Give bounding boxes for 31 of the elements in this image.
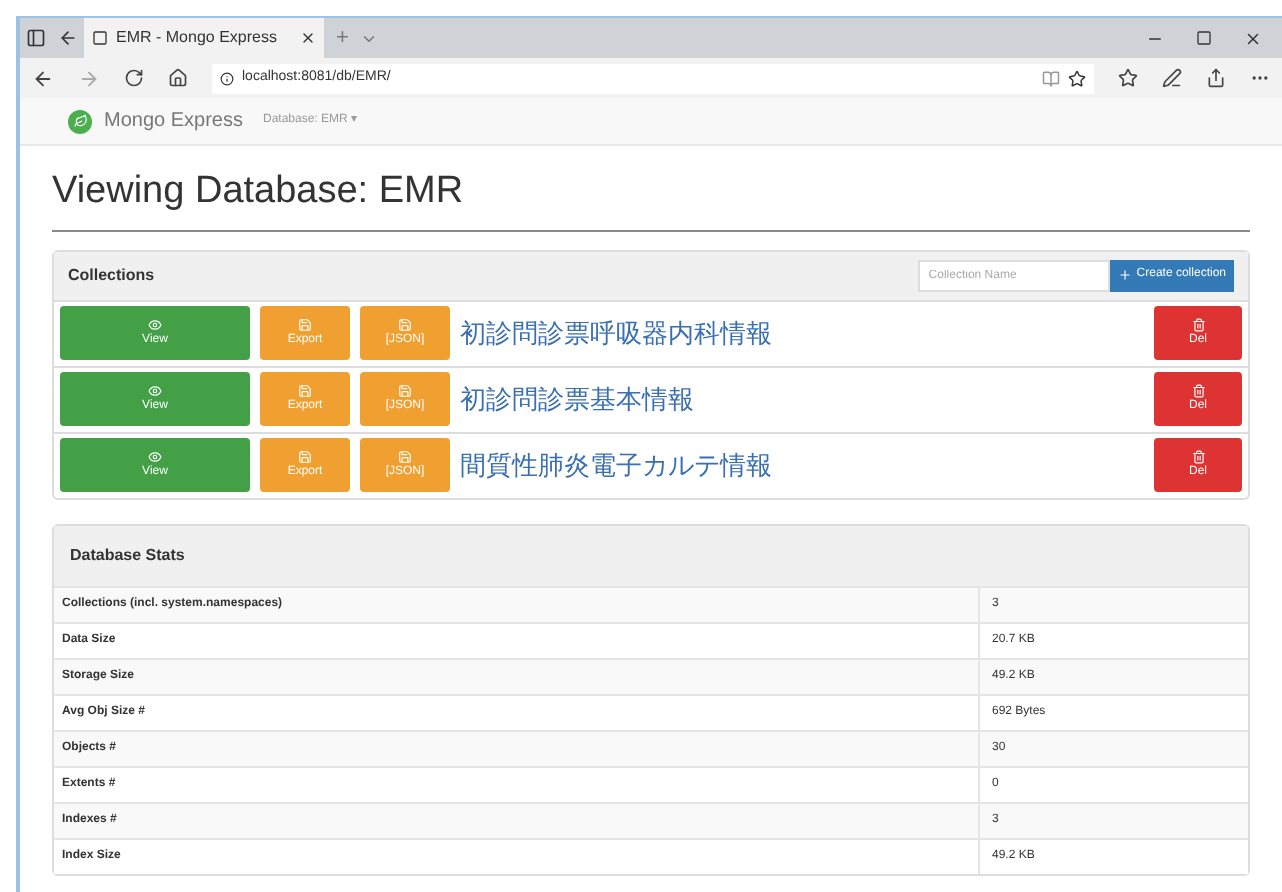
panel-title: Database Stats (70, 543, 185, 567)
browser-tab[interactable]: EMR - Mongo Express (84, 18, 324, 58)
info-icon (220, 71, 234, 85)
pen-icon[interactable] (1162, 68, 1182, 88)
home-icon[interactable] (168, 68, 188, 88)
close-icon[interactable] (300, 30, 316, 46)
share-icon[interactable] (1206, 68, 1226, 88)
new-tab-button[interactable]: + (336, 21, 349, 55)
brand-link[interactable]: Mongo Express (104, 106, 243, 136)
back-icon[interactable] (32, 67, 54, 89)
favorites-icon[interactable] (1118, 68, 1138, 88)
eye-icon (148, 449, 162, 463)
collection-link[interactable]: 間質性肺炎電子カルテ情報 (460, 445, 772, 485)
collection-link[interactable]: 初診問診票呼吸器内科情報 (460, 313, 772, 353)
reading-view-icon[interactable] (1042, 69, 1060, 87)
close-icon[interactable] (1244, 29, 1262, 47)
maximize-icon[interactable] (1196, 29, 1212, 45)
trash-icon (1191, 317, 1205, 331)
star-icon[interactable] (1068, 69, 1086, 87)
page-icon (92, 30, 108, 46)
refresh-icon[interactable] (124, 68, 144, 88)
eye-icon (148, 317, 162, 331)
plus-icon (1118, 268, 1133, 282)
tabs-aside-icon[interactable] (26, 28, 46, 48)
trash-icon (1191, 383, 1205, 397)
page-heading: Viewing Database: EMR (52, 164, 1250, 231)
leaf-logo-icon (68, 109, 92, 133)
trash-icon (1191, 449, 1205, 463)
eye-icon (148, 383, 162, 397)
panel-title: Collections (68, 263, 155, 287)
collection-link[interactable]: 初診問診票基本情報 (460, 379, 694, 419)
